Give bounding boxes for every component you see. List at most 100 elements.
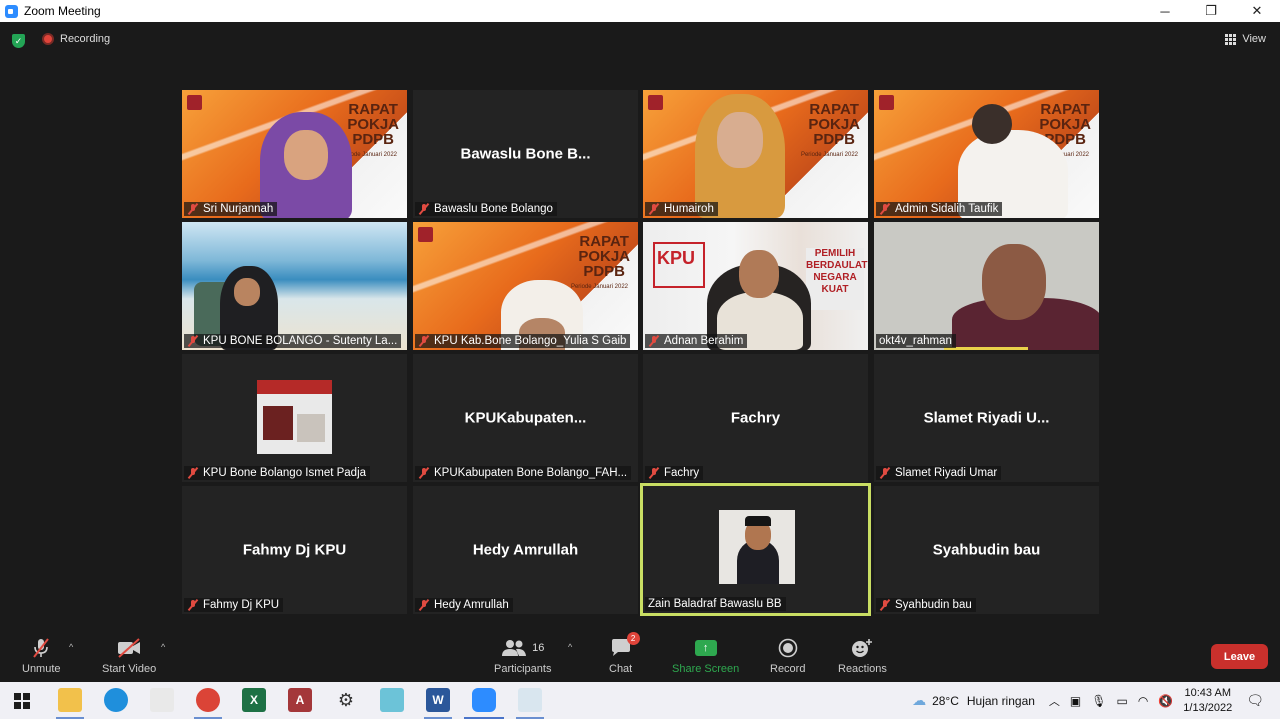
mic-muted-icon: [418, 335, 430, 347]
video-off-icon: [116, 636, 142, 660]
participant-center-name: Fahmy Dj KPU: [242, 541, 347, 559]
participant-center-name: Fachry: [730, 409, 781, 427]
video-tile[interactable]: Slamet Riyadi U... Slamet Riyadi Umar: [874, 354, 1099, 482]
video-tile[interactable]: okt4v_rahman: [874, 222, 1099, 350]
share-screen-button[interactable]: ↑ Share Screen: [672, 636, 739, 675]
mic-muted-icon: [879, 203, 891, 215]
gallery-grid-icon: [1225, 33, 1237, 45]
mic-muted-icon: [879, 467, 891, 479]
record-button[interactable]: Record: [770, 636, 805, 675]
video-tile[interactable]: Syahbudin bau Syahbudin bau: [874, 486, 1099, 614]
paint-app-icon[interactable]: [518, 688, 542, 712]
participant-name-label: KPU BONE BOLANGO - Sutenty La...: [184, 334, 402, 348]
mic-muted-icon: [187, 335, 199, 347]
mic-muted-icon: [31, 636, 51, 660]
participants-count: 16: [532, 642, 545, 654]
access-icon[interactable]: A: [288, 688, 312, 712]
view-button[interactable]: View: [1225, 33, 1266, 45]
video-tile[interactable]: Fachry Fachry: [643, 354, 868, 482]
settings-gear-icon[interactable]: ⚙: [334, 688, 358, 712]
participant-name-label: Humairoh: [645, 202, 718, 216]
notification-center-icon[interactable]: 🗨: [1246, 692, 1264, 709]
participant-name-label: KPUKabupaten Bone Bolango_FAH...: [415, 466, 632, 480]
share-screen-icon: ↑: [694, 636, 717, 660]
recording-indicator[interactable]: Recording: [42, 33, 110, 45]
video-tile-self[interactable]: Zain Baladraf Bawaslu BB: [640, 483, 871, 616]
edge-browser-icon[interactable]: [104, 688, 128, 712]
participant-name-label: okt4v_rahman: [876, 334, 956, 348]
weather-rain-icon[interactable]: ☁: [912, 692, 926, 709]
participant-face: [982, 244, 1046, 320]
participant-face: [739, 250, 779, 298]
participant-name-label: Bawaslu Bone Bolango: [415, 202, 557, 216]
mic-muted-icon: [418, 203, 430, 215]
show-hidden-icons-chevron-icon[interactable]: ︿: [1049, 693, 1060, 709]
participant-name-label: Fahmy Dj KPU: [184, 598, 284, 612]
video-tile[interactable]: KPU PEMILIH BERDAULAT NEGARA KUAT Adnan …: [643, 222, 868, 350]
participants-button[interactable]: 16 Participants: [494, 636, 551, 675]
weather-description[interactable]: Hujan ringan: [967, 694, 1035, 708]
banner-text: RAPAT POKJA PDPB: [578, 233, 630, 280]
chat-unread-badge: 2: [626, 632, 640, 645]
zoom-taskbar-icon[interactable]: [472, 688, 496, 712]
audio-options-caret-icon[interactable]: ^: [69, 642, 73, 652]
start-video-button[interactable]: Start Video: [102, 636, 156, 675]
leave-button[interactable]: Leave: [1211, 644, 1268, 669]
participant-name-label: Admin Sidalih Taufik: [876, 202, 1003, 216]
reactions-button[interactable]: Reactions: [838, 636, 887, 675]
word-icon[interactable]: W: [426, 688, 450, 712]
windows-start-icon[interactable]: [14, 693, 30, 709]
excel-icon[interactable]: X: [242, 688, 266, 712]
notes-app-icon[interactable]: [380, 688, 404, 712]
taskbar-clock[interactable]: 10:43 AM 1/13/2022: [1183, 686, 1232, 716]
video-tile[interactable]: RAPAT POKJA PDPB Periode Januari 2022 Sr…: [182, 90, 407, 218]
file-explorer-icon[interactable]: [58, 688, 82, 712]
video-tile[interactable]: Hedy Amrullah Hedy Amrullah: [413, 486, 638, 614]
view-label: View: [1242, 33, 1266, 45]
video-tile[interactable]: RAPAT POKJA PDPB Periode Januari 2022 Hu…: [643, 90, 868, 218]
video-tile[interactable]: RAPAT POKJA PDPB Periode Januari 2022 Ad…: [874, 90, 1099, 218]
participants-icon: 16: [501, 636, 544, 660]
window-titlebar: Zoom Meeting ─ ❐ ✕: [0, 0, 1280, 22]
wifi-icon[interactable]: ◠: [1138, 694, 1148, 708]
banner-subtitle: Periode Januari 2022: [800, 152, 858, 158]
video-tile[interactable]: Bawaslu Bone B... Bawaslu Bone Bolango: [413, 90, 638, 218]
volume-muted-icon[interactable]: 🔇: [1158, 694, 1173, 708]
battery-icon[interactable]: ▭: [1117, 694, 1128, 708]
microphone-icon[interactable]: 🎙: [1091, 694, 1106, 708]
system-tray: ☁ 28°C Hujan ringan ︿ ▣ 🎙 ▭ ◠ 🔇 10:43 AM…: [912, 682, 1280, 719]
chat-button[interactable]: 2 Chat: [609, 632, 640, 675]
participant-face: [284, 130, 328, 180]
unmute-button[interactable]: Unmute: [22, 636, 61, 675]
participant-face: [234, 278, 260, 306]
encryption-shield-icon[interactable]: ✓: [12, 34, 25, 48]
maximize-button[interactable]: ❐: [1188, 0, 1234, 22]
participant-name-label: Sri Nurjannah: [184, 202, 278, 216]
meet-now-icon[interactable]: ▣: [1070, 694, 1081, 708]
calendar-app-icon[interactable]: [150, 688, 174, 712]
kpu-logo-icon: [187, 95, 202, 110]
participant-center-name: Hedy Amrullah: [472, 541, 579, 559]
video-tile[interactable]: KPU Bone Bolango Ismet Padja: [182, 354, 407, 482]
video-tile[interactable]: RAPAT POKJA PDPB Periode Januari 2022 KP…: [413, 222, 638, 350]
video-tile[interactable]: KPU BONE BOLANGO - Sutenty La...: [182, 222, 407, 350]
profile-picture-hat: [745, 516, 771, 526]
mic-muted-icon: [187, 599, 199, 611]
clock-date: 1/13/2022: [1183, 701, 1233, 714]
mic-muted-icon: [418, 599, 430, 611]
weather-temperature[interactable]: 28°C: [932, 694, 959, 708]
kpu-logo-icon: [879, 95, 894, 110]
video-tile[interactable]: KPUKabupaten... KPUKabupaten Bone Bolang…: [413, 354, 638, 482]
participants-caret-icon[interactable]: ^: [568, 642, 572, 652]
profile-picture: [719, 510, 795, 584]
minimize-button[interactable]: ─: [1142, 0, 1188, 22]
banner-subtitle: Periode Januari 2022: [570, 284, 628, 290]
recording-label: Recording: [60, 33, 111, 45]
close-button[interactable]: ✕: [1234, 0, 1280, 22]
banner-text: RAPAT POKJA PDPB: [347, 101, 399, 148]
video-tile[interactable]: Fahmy Dj KPU Fahmy Dj KPU: [182, 486, 407, 614]
chrome-browser-icon[interactable]: [196, 688, 220, 712]
mic-muted-icon: [648, 335, 660, 347]
kpu-wall-sign: KPU: [653, 242, 705, 288]
video-options-caret-icon[interactable]: ^: [161, 642, 165, 652]
